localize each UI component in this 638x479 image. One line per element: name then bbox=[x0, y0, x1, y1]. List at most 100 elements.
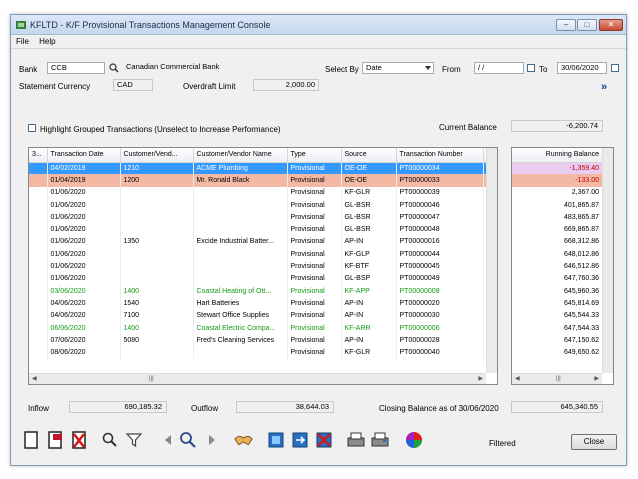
table-cell: PT00000047 bbox=[396, 211, 484, 224]
arrow-left-icon bbox=[164, 435, 171, 445]
balance-row[interactable]: 401,865.87 bbox=[512, 198, 604, 212]
table-cell: GL-BSR bbox=[341, 198, 397, 212]
balance-row[interactable]: 646,512.86 bbox=[512, 260, 604, 273]
table-row[interactable]: 03/06/2020 1400 Coastal Heating of Ott... P… bbox=[29, 284, 489, 298]
balance-row[interactable]: 647,150.62 bbox=[512, 334, 604, 347]
balance-scroll-right-icon[interactable]: ▶ bbox=[594, 375, 599, 383]
table-cell: 1400 bbox=[120, 321, 194, 335]
to-date-checkbox[interactable] bbox=[611, 64, 619, 72]
balance-row[interactable]: 2,367.00 bbox=[512, 186, 604, 199]
balance-row[interactable]: 645,814.69 bbox=[512, 297, 604, 310]
balance-row[interactable]: -1,359.40 bbox=[512, 162, 604, 175]
column-header[interactable]: 3... bbox=[29, 148, 48, 163]
select-by-dropdown[interactable]: Date bbox=[362, 62, 434, 74]
table-row[interactable]: 01/06/2020ProvisionalGL-BSRPT00000047A bbox=[29, 211, 489, 224]
flag-document-button[interactable] bbox=[44, 429, 65, 451]
expand-arrows-icon[interactable]: » bbox=[601, 81, 607, 93]
grid-vertical-scrollbar[interactable] bbox=[486, 148, 497, 373]
scroll-left-icon[interactable]: ◀ bbox=[32, 375, 37, 383]
table-row[interactable]: 01/06/2020ProvisionalKF-GLPPT00000044L bbox=[29, 248, 489, 261]
table-row[interactable]: 01/06/2020ProvisionalGL-BSRPT00000048A bbox=[29, 223, 489, 236]
balance-row[interactable]: 645,544.33 bbox=[512, 309, 604, 322]
table-row[interactable]: 04/06/2020 1540 Hart Batteries Provisional A… bbox=[29, 297, 489, 310]
grid-horizontal-scrollbar[interactable]: ◀ ||| ▶ bbox=[29, 373, 486, 384]
scroll-right-icon[interactable]: ▶ bbox=[478, 375, 483, 383]
close-window-button[interactable]: ✕ bbox=[599, 19, 623, 31]
filter-button[interactable] bbox=[123, 429, 144, 451]
table-cell: 01/06/2020 bbox=[47, 186, 121, 199]
table-cell: 7100 bbox=[120, 309, 194, 322]
minimize-button[interactable]: – bbox=[556, 19, 576, 31]
balance-vertical-scrollbar[interactable] bbox=[602, 148, 613, 373]
post-button[interactable] bbox=[345, 429, 366, 451]
delete-document-button[interactable] bbox=[68, 429, 89, 451]
table-cell bbox=[120, 211, 194, 224]
column-header[interactable]: Transaction Date bbox=[47, 148, 121, 163]
maximize-button[interactable]: □ bbox=[577, 19, 597, 31]
balance-row[interactable]: 649,650.62 bbox=[512, 346, 604, 359]
table-row[interactable]: 07/06/2020 5080 Fred's Cleaning Services Pr… bbox=[29, 334, 489, 347]
balance-row[interactable]: 645,960.36 bbox=[512, 284, 604, 298]
highlight-grouped-checkbox[interactable] bbox=[28, 124, 36, 132]
balance-cell: -1,359.40 bbox=[512, 162, 604, 175]
balance-row[interactable]: 668,312.86 bbox=[512, 235, 604, 249]
scroll-grip-icon[interactable]: ||| bbox=[149, 375, 154, 383]
table-cell: Provisional bbox=[287, 186, 342, 199]
previous-button[interactable] bbox=[157, 429, 178, 451]
column-header[interactable]: Type bbox=[287, 148, 342, 163]
balance-row[interactable]: -133.00 bbox=[512, 174, 604, 187]
balance-row[interactable]: 647,760.36 bbox=[512, 272, 604, 285]
select-by-value: Date bbox=[366, 63, 382, 72]
table-row[interactable]: 01/04/2019 1200 Mr. Ronald Black Provisiona… bbox=[29, 174, 489, 187]
from-date-input[interactable]: / / bbox=[474, 62, 524, 74]
find-button[interactable] bbox=[177, 429, 198, 451]
highlight-grouped-label: Highlight Grouped Transactions (Unselect… bbox=[40, 125, 281, 134]
import-button[interactable] bbox=[265, 429, 286, 451]
column-header[interactable]: Customer/Vend... bbox=[120, 148, 194, 163]
match-button[interactable] bbox=[233, 429, 254, 451]
table-cell: 01/04/2019 bbox=[47, 174, 121, 187]
table-row[interactable]: 01/06/2020ProvisionalKF-GLRPT00000039E bbox=[29, 186, 489, 199]
to-date-input[interactable]: 30/06/2020 bbox=[557, 62, 607, 74]
balance-scroll-left-icon[interactable]: ◀ bbox=[515, 375, 520, 383]
menu-help[interactable]: Help bbox=[36, 35, 58, 48]
table-row[interactable]: 06/06/2020 1400 Coastal Electric Compa... P… bbox=[29, 321, 489, 335]
table-row[interactable]: 01/06/2020ProvisionalGL-BSPPT00000049A bbox=[29, 272, 489, 285]
running-balance-header[interactable]: Running Balance bbox=[512, 148, 604, 163]
table-row[interactable]: 01/06/2020 1350 Excide Industrial Batter..… bbox=[29, 235, 489, 249]
search-button[interactable] bbox=[99, 429, 120, 451]
transactions-grid[interactable]: 3... Transaction Date Customer/Vend... Cust… bbox=[28, 147, 498, 385]
table-cell: 1350 bbox=[120, 235, 194, 249]
remove-button[interactable] bbox=[313, 429, 334, 451]
running-balance-grid[interactable]: Running Balance -1,359.40 -133.00 2,367.00… bbox=[511, 147, 614, 385]
new-document-button[interactable] bbox=[20, 429, 41, 451]
export-button[interactable] bbox=[289, 429, 310, 451]
balance-row[interactable]: 483,865.87 bbox=[512, 211, 604, 224]
balance-row[interactable]: 647,544.33 bbox=[512, 321, 604, 335]
balance-row[interactable]: 648,012.86 bbox=[512, 248, 604, 261]
table-row[interactable]: 04/02/2019 1210 ACME Plumbing Provisional OE… bbox=[29, 162, 489, 175]
column-header[interactable]: Customer/Vendor Name bbox=[193, 148, 288, 163]
title-bar[interactable]: KFLTD - K/F Provisional Transactions Man… bbox=[11, 15, 626, 35]
table-row[interactable]: 08/06/2020ProvisionalKF-GLRPT00000040E bbox=[29, 346, 489, 359]
printer-icon bbox=[347, 432, 364, 447]
next-button[interactable] bbox=[201, 429, 222, 451]
column-header[interactable]: Source bbox=[341, 148, 397, 163]
table-row[interactable]: 04/06/2020 7100 Stewart Office Supplies Pro… bbox=[29, 309, 489, 322]
from-date-checkbox[interactable] bbox=[527, 64, 535, 72]
bank-code-input[interactable]: CCB bbox=[47, 62, 105, 74]
close-button[interactable]: Close bbox=[571, 434, 617, 450]
balance-row[interactable]: 669,865.87 bbox=[512, 223, 604, 236]
table-cell: AP-IN bbox=[341, 235, 397, 249]
table-row[interactable]: 01/06/2020ProvisionalGL-BSRPT00000046A bbox=[29, 198, 489, 212]
table-row[interactable]: 01/06/2020 Provisional KF-BTF PT00000045 bbox=[29, 260, 489, 273]
balance-scroll-grip-icon[interactable]: ||| bbox=[556, 375, 561, 383]
colors-button[interactable] bbox=[403, 429, 424, 451]
bank-search-icon[interactable] bbox=[109, 63, 119, 73]
table-cell: Provisional bbox=[287, 162, 342, 175]
column-header[interactable]: Transaction Number bbox=[396, 148, 484, 163]
balance-horizontal-scrollbar[interactable]: ◀ ||| ▶ bbox=[512, 373, 602, 384]
balance-cell: 669,865.87 bbox=[512, 223, 604, 236]
print-button[interactable] bbox=[369, 429, 390, 451]
menu-file[interactable]: File bbox=[13, 35, 32, 48]
